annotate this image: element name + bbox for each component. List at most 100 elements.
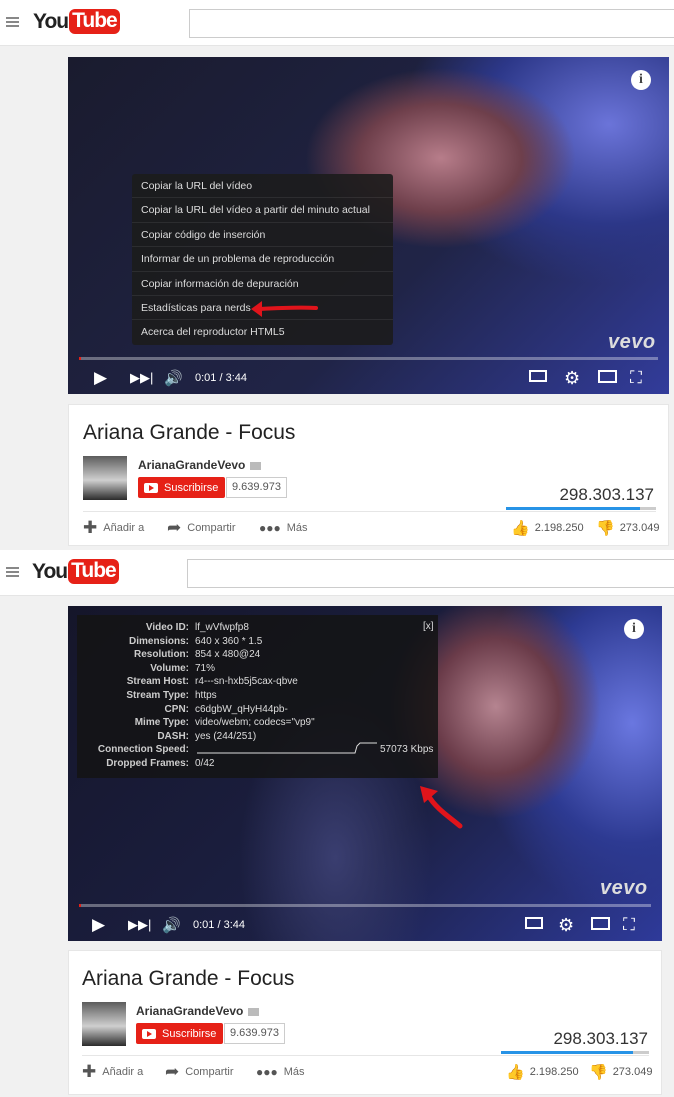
stats-row: Volume: 71% — [77, 662, 438, 676]
more-button[interactable]: ●●● Más — [259, 518, 308, 538]
divider — [82, 1055, 649, 1056]
stats-label: Stream Host: — [126, 676, 189, 688]
youtube-mini-icon — [142, 1028, 156, 1039]
gear-icon[interactable]: ⚙ — [564, 368, 580, 389]
stats-value: r4---sn-hxb5j5cax-qbve — [195, 676, 298, 688]
player-controls: ▶ ▶▶| 🔊 0:01 / 3:44 ⚙ ⛶ — [68, 363, 669, 393]
logo-you: You — [32, 559, 68, 583]
thumbs-down-icon: 👎 — [596, 520, 615, 537]
share-label: Compartir — [187, 522, 236, 534]
stats-for-nerds-panel: [x] Video ID: lf_wVfwpfp8 Dimensions: 640 x… — [77, 615, 438, 778]
like-button[interactable]: 👍 2.198.250 — [511, 519, 584, 537]
thumbs-up-icon: 👍 — [506, 1064, 525, 1081]
stats-value: 71% — [195, 662, 216, 674]
video-info-card: Ariana Grande - Focus ArianaGrandeVevo S… — [68, 404, 669, 546]
add-to-button[interactable]: ✚ Añadir a — [82, 1062, 143, 1082]
progress-bar[interactable] — [79, 904, 651, 907]
logo-tube: Tube — [68, 559, 119, 584]
stats-label: Dimensions: — [128, 635, 189, 647]
subscribe-label: Suscribirse — [164, 481, 219, 494]
stats-row: Dimensions: 640 x 360 * 1.5 — [77, 635, 438, 649]
progress-played — [79, 357, 81, 360]
video-player[interactable]: i vevo [x] Video ID: lf_wVfwpfp8 Dimension… — [68, 606, 662, 941]
add-to-label: Añadir a — [103, 522, 145, 534]
progress-bar[interactable] — [79, 357, 658, 360]
channel-name[interactable]: ArianaGrandeVevo — [136, 1004, 260, 1018]
like-ratio-bar — [501, 1051, 649, 1054]
more-label: Más — [286, 522, 308, 534]
channel-name-text: ArianaGrandeVevo — [136, 1004, 244, 1018]
vevo-watermark: vevo — [600, 877, 648, 899]
gear-icon[interactable]: ⚙ — [558, 915, 574, 936]
channel-name[interactable]: ArianaGrandeVevo — [138, 458, 262, 472]
captions-icon[interactable] — [525, 917, 543, 929]
menu-item-copy-embed[interactable]: Copiar código de inserción — [132, 223, 393, 248]
share-button[interactable]: ➦ Compartir — [165, 1062, 234, 1082]
stats-label: CPN: — [164, 703, 189, 715]
time-total: 3:44 — [223, 919, 246, 931]
play-icon[interactable]: ▶ — [92, 915, 105, 935]
dislike-button[interactable]: 👎 273.049 — [589, 1063, 652, 1081]
video-player[interactable]: i vevo Copiar la URL del vídeo Copiar la… — [68, 57, 669, 394]
channel-avatar[interactable] — [83, 456, 127, 500]
more-dots-icon: ●●● — [256, 1065, 278, 1079]
dislike-button[interactable]: 👎 273.049 — [596, 519, 659, 537]
view-count: 298.303.137 — [559, 485, 654, 504]
volume-icon[interactable]: 🔊 — [162, 916, 181, 934]
time-total: 3:44 — [225, 372, 248, 384]
volume-icon[interactable]: 🔊 — [164, 369, 183, 387]
fullscreen-icon[interactable]: ⛶ — [630, 368, 642, 388]
time-display: 0:01 / 3:44 — [193, 919, 245, 931]
share-label: Compartir — [185, 1066, 234, 1078]
add-to-label: Añadir a — [102, 1066, 144, 1078]
menu-item-report-playback[interactable]: Informar de un problema de reproducción — [132, 247, 393, 272]
channel-avatar[interactable] — [82, 1002, 126, 1046]
info-card-icon[interactable]: i — [631, 70, 651, 90]
stats-value: 57073 Kbps — [380, 744, 434, 756]
stats-label: Connection Speed: — [97, 744, 189, 756]
next-icon[interactable]: ▶▶| — [128, 917, 151, 933]
search-input[interactable] — [187, 559, 674, 588]
menu-item-copy-url[interactable]: Copiar la URL del vídeo — [132, 174, 393, 199]
subscribe-button[interactable]: Suscribirse — [138, 477, 225, 498]
stats-label: Stream Type: — [126, 690, 189, 701]
like-button[interactable]: 👍 2.198.250 — [506, 1063, 579, 1081]
guide-menu-icon[interactable] — [6, 17, 19, 27]
menu-item-copy-url-time[interactable]: Copiar la URL del vídeo a partir del min… — [132, 198, 393, 223]
search-input[interactable] — [189, 9, 674, 38]
theater-mode-icon[interactable] — [598, 370, 617, 383]
youtube-logo[interactable]: You Tube — [32, 559, 119, 584]
stats-row: CPN: c6dgbW_qHyH44pb- — [77, 703, 438, 717]
next-icon[interactable]: ▶▶| — [130, 370, 153, 386]
add-to-button[interactable]: ✚ Añadir a — [83, 518, 144, 538]
time-separator: / — [214, 919, 224, 931]
subscriber-count: 9.639.973 — [226, 477, 287, 498]
thumbs-down-icon: 👎 — [589, 1064, 608, 1081]
connection-speed-graph — [197, 742, 377, 754]
guide-menu-icon[interactable] — [6, 567, 19, 577]
menu-item-copy-debug[interactable]: Copiar información de depuración — [132, 272, 393, 296]
info-card-icon[interactable]: i — [624, 619, 644, 639]
fullscreen-icon[interactable]: ⛶ — [623, 915, 635, 935]
share-arrow-icon: ➦ — [165, 1062, 180, 1081]
time-separator: / — [216, 372, 226, 384]
youtube-logo[interactable]: You Tube — [33, 9, 120, 34]
subscribe-button[interactable]: Suscribirse — [136, 1023, 223, 1044]
stats-label: Video ID: — [145, 622, 189, 633]
captions-icon[interactable] — [529, 370, 547, 382]
menu-item-about-html5[interactable]: Acerca del reproductor HTML5 — [132, 320, 393, 344]
play-icon[interactable]: ▶ — [94, 368, 107, 388]
annotation-arrow-icon — [251, 301, 318, 317]
stats-row: Video ID: lf_wVfwpfp8 — [77, 621, 438, 635]
dislike-count: 273.049 — [619, 522, 660, 534]
panel-stats-for-nerds: You Tube i vevo [x] Video ID: lf_wVfwpfp8… — [0, 548, 674, 1097]
stats-label: Mime Type: — [134, 717, 189, 729]
verified-icon — [250, 461, 262, 470]
plus-icon: ✚ — [83, 518, 98, 537]
more-button[interactable]: ●●● Más — [256, 1062, 305, 1082]
stats-row: Stream Host: r4---sn-hxb5j5cax-qbve — [77, 675, 438, 689]
share-button[interactable]: ➦ Compartir — [167, 518, 236, 538]
theater-mode-icon[interactable] — [591, 917, 610, 930]
top-bar: You Tube — [0, 0, 674, 46]
verified-icon — [248, 1007, 260, 1016]
